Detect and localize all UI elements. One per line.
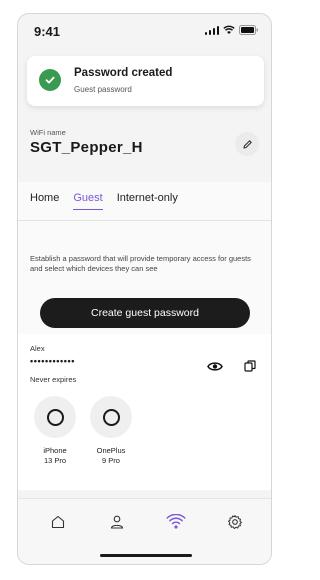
create-guest-password-button[interactable]: Create guest password (40, 298, 250, 328)
nav-settings[interactable] (222, 509, 248, 535)
edit-wifi-name-button[interactable] (235, 132, 259, 156)
copy-icon (244, 360, 256, 372)
expiry-text: Never expires (30, 375, 77, 384)
status-bar: 9:41 (18, 14, 271, 50)
person-icon (110, 515, 124, 529)
toast-title: Password created (74, 67, 173, 79)
wifi-name-value: SGT_Pepper_H (30, 139, 143, 156)
phone-screen: 9:41 Password created Guest password WiF… (17, 13, 272, 565)
tab-home[interactable]: Home (30, 192, 59, 210)
pencil-icon (242, 139, 252, 149)
tab-internet-only[interactable]: Internet-only (117, 192, 178, 210)
nav-home[interactable] (45, 509, 71, 535)
battery-icon (239, 25, 258, 35)
nav-profile[interactable] (104, 509, 130, 535)
device-circle-icon (34, 396, 76, 438)
gear-icon (228, 515, 242, 530)
home-indicator (100, 554, 192, 557)
guest-credential-card: Alex •••••••••••• Never expires iPhone 1… (18, 334, 271, 490)
masked-password: •••••••••••• (30, 356, 76, 366)
copy-password-button[interactable] (240, 356, 260, 376)
wifi-status-icon (223, 25, 235, 34)
device-circle-icon (90, 396, 132, 438)
show-password-button[interactable] (204, 355, 226, 377)
device-name: OnePlus 9 Pro (96, 446, 126, 465)
nav-wifi[interactable] (163, 509, 189, 535)
wifi-icon (166, 514, 186, 529)
tab-divider (18, 220, 271, 221)
guest-description: Establish a password that will provide t… (30, 254, 251, 273)
home-icon (51, 515, 65, 529)
network-tabs: Home Guest Internet-only (30, 192, 178, 210)
signal-icon (204, 25, 219, 35)
checkmark-icon (39, 69, 61, 91)
device-name: iPhone 13 Pro (43, 446, 67, 465)
success-toast: Password created Guest password (27, 56, 264, 106)
tab-guest[interactable]: Guest (73, 192, 104, 210)
toast-subtitle: Guest password (74, 85, 132, 94)
eye-icon (207, 361, 223, 371)
guest-user-name: Alex (30, 344, 45, 353)
status-icons (204, 25, 260, 35)
guest-panel: Home Guest Internet-only Establish a pas… (18, 182, 271, 334)
device-item[interactable]: OnePlus 9 Pro (89, 396, 133, 465)
bottom-nav (18, 498, 271, 564)
wifi-name-label: WiFi name (30, 128, 66, 137)
device-item[interactable]: iPhone 13 Pro (33, 396, 77, 465)
status-time: 9:41 (34, 24, 61, 39)
